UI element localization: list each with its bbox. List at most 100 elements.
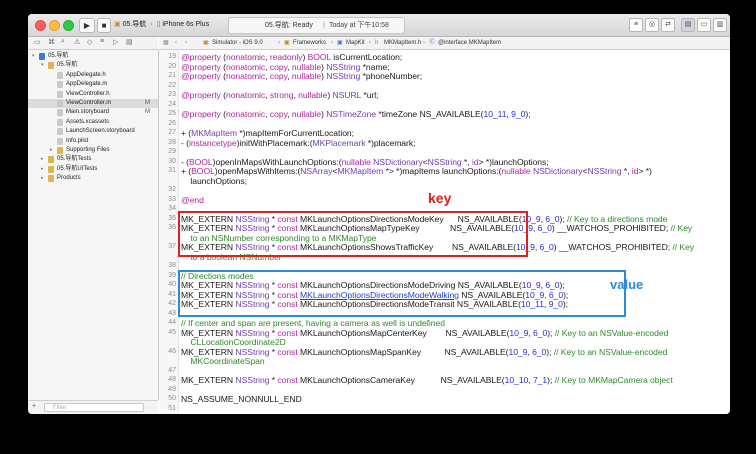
- navigator-item[interactable]: Assets.xcassets: [28, 118, 158, 127]
- code-line: @property (nonatomic, copy, nullable) NS…: [181, 61, 390, 72]
- h-file-icon: [57, 90, 63, 98]
- folder-file-icon: [48, 156, 54, 164]
- m-file-icon: [57, 100, 63, 107]
- code-line: CLLocationCoordinate2D: [181, 337, 286, 347]
- run-button[interactable]: ▶: [79, 18, 95, 33]
- folder-file-icon: [48, 165, 54, 173]
- navigator-item-label: ViewController.h: [66, 90, 110, 97]
- navigator-item[interactable]: ViewController.m M: [28, 99, 158, 108]
- line-number: 44: [168, 319, 176, 326]
- line-number: 38: [168, 262, 176, 269]
- plist-file-icon: [57, 137, 63, 145]
- navigator-toggle-button[interactable]: ▤: [681, 18, 695, 32]
- code-line: MK_EXTERN NSString * const MKLaunchOptio…: [181, 327, 669, 338]
- line-number: 39: [168, 271, 176, 279]
- disclosure-open-icon[interactable]: ▾: [41, 61, 44, 70]
- jump-bar-item[interactable]: MapKit: [346, 37, 365, 49]
- line-number: 25: [168, 110, 176, 117]
- breakpoint-icon[interactable]: ▷: [113, 38, 118, 46]
- activity-separator: |: [323, 22, 325, 29]
- line-number: 36: [168, 224, 176, 231]
- disclosure-closed-icon[interactable]: ▸: [50, 146, 53, 155]
- disclosure-open-icon[interactable]: ▾: [32, 52, 35, 61]
- disclosure-closed-icon[interactable]: ▸: [41, 165, 44, 174]
- chevron-right-icon: ›: [278, 40, 280, 46]
- folder-file-icon: [48, 62, 54, 70]
- navigator-item[interactable]: ▸ Products: [28, 174, 158, 183]
- device-icon: ▯: [156, 21, 161, 28]
- zoom-window-button[interactable]: [63, 20, 74, 31]
- navigator-item-label: AppDelegate.h: [66, 71, 106, 78]
- version-editor-button[interactable]: ⇄: [661, 18, 675, 32]
- find-icon[interactable]: ⌕: [61, 38, 65, 46]
- jump-bar-item[interactable]: @interface MKMapItem: [438, 37, 501, 49]
- navigator-item[interactable]: Info.plist: [28, 137, 158, 146]
- jump-bar-item[interactable]: MKMapItem.h: [384, 37, 421, 49]
- jump-bar-item[interactable]: Frameworks: [293, 37, 326, 49]
- forward-icon[interactable]: ›: [185, 37, 187, 49]
- warning-icon[interactable]: ⚠: [74, 38, 80, 46]
- navigator-item[interactable]: Main.storyboard M: [28, 108, 158, 117]
- app-target-icon: ▣: [114, 21, 121, 28]
- navigator-item[interactable]: AppDelegate.h: [28, 71, 158, 80]
- line-number: 21: [168, 72, 176, 79]
- report-icon[interactable]: ▤: [126, 38, 133, 46]
- symbol-icon[interactable]: ⌘: [48, 38, 55, 46]
- navigator-item[interactable]: AppDelegate.m: [28, 80, 158, 89]
- folder-icon[interactable]: ▭: [34, 38, 41, 46]
- navigator-item-label: ViewController.m: [66, 100, 112, 106]
- scheme-selector[interactable]: ▣ 05.导航 › ▯ iPhone 6s Plus: [114, 18, 209, 31]
- debug-toggle-button[interactable]: ▭: [697, 18, 711, 32]
- navigator-item[interactable]: ▾ 05.导航: [28, 52, 158, 61]
- add-icon[interactable]: +: [32, 403, 36, 410]
- line-number: 41: [168, 290, 176, 298]
- navigator-item[interactable]: LaunchScreen.storyboard: [28, 127, 158, 136]
- jump-bar-item-icon: Ⓒ: [429, 40, 436, 46]
- line-number: 20: [168, 62, 176, 70]
- navigator-item-label: 05.导航: [48, 53, 69, 59]
- line-number: 34: [168, 205, 176, 212]
- device-name: iPhone 6s Plus: [162, 21, 210, 28]
- scheme-name: 05.导航: [122, 21, 147, 28]
- minimize-window-button[interactable]: [49, 20, 60, 31]
- utilities-toggle-button[interactable]: ▥: [713, 18, 727, 32]
- stop-button[interactable]: ■: [97, 18, 111, 33]
- navigator-item[interactable]: ▸ 05.导航Tests: [28, 155, 158, 164]
- value-highlight-box: [178, 270, 626, 317]
- code-line: launchOptions;: [181, 175, 247, 186]
- filter-input[interactable]: Filter: [44, 403, 144, 412]
- assistant-editor-button[interactable]: ◎: [645, 18, 659, 32]
- navigator-item[interactable]: ViewController.h: [28, 90, 158, 99]
- navigator-item[interactable]: ▸ 05.导航UITests: [28, 165, 158, 174]
- line-number: 31: [168, 167, 176, 174]
- debug-icon[interactable]: ≡: [100, 38, 104, 45]
- line-number: 23: [168, 91, 176, 98]
- disclosure-closed-icon[interactable]: ▸: [41, 174, 44, 183]
- sb-file-icon: [57, 128, 63, 136]
- line-number: 26: [168, 119, 176, 127]
- jump-bar: ▦ ‹ › ▣ Simulator - iOS 9.0 › ▣ Frameworks › ▣…: [159, 37, 730, 50]
- navigator-selector-bar: ▭ ⌘ ⌕ ⚠ ◇ ≡ ▷ ▤: [28, 37, 158, 50]
- related-items-icon[interactable]: ▦: [163, 37, 169, 49]
- code-line: - (instancetype)initWithPlacemark:(MKPla…: [181, 137, 416, 148]
- jump-bar-item[interactable]: Simulator - iOS 9.0: [212, 37, 263, 49]
- line-number: 50: [168, 395, 176, 402]
- test-icon[interactable]: ◇: [87, 38, 92, 46]
- code-line: // If center and span are present, havin…: [181, 318, 445, 328]
- back-icon[interactable]: ‹: [175, 37, 177, 49]
- code-line: NS_ASSUME_NONNULL_END: [181, 394, 302, 404]
- assistant-icon: ◎: [648, 21, 656, 28]
- close-window-button[interactable]: [35, 20, 46, 31]
- line-number: 42: [168, 300, 176, 307]
- navigator-item-label: 05.导航Tests: [57, 156, 92, 163]
- code-line: @end: [181, 194, 204, 205]
- disclosure-closed-icon[interactable]: ▸: [41, 155, 44, 164]
- navigator-item[interactable]: ▾ 05.导航: [28, 61, 158, 70]
- key-highlight-box: [178, 211, 528, 257]
- line-number: 45: [168, 328, 176, 336]
- standard-editor-button[interactable]: ≡: [629, 18, 643, 32]
- m-file-icon: [57, 81, 63, 89]
- chevron-right-icon: ›: [369, 40, 371, 46]
- navigator-item[interactable]: ▸ Supporting Files: [28, 146, 158, 155]
- line-number: 40: [168, 281, 176, 288]
